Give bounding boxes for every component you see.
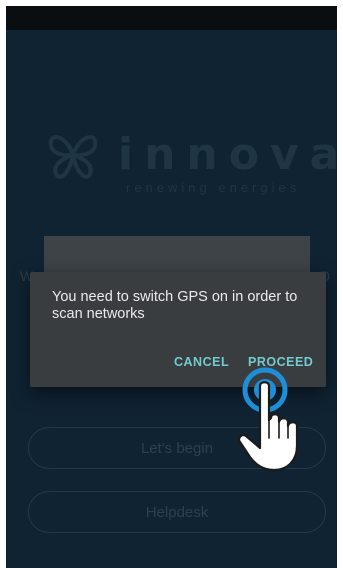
helpdesk-button[interactable]: Helpdesk — [28, 491, 326, 533]
logo: innova renewing energies — [46, 128, 337, 198]
logo-tagline: renewing energies — [126, 180, 301, 195]
cancel-button[interactable]: CANCEL — [174, 355, 229, 369]
butterfly-icon — [48, 135, 98, 179]
status-bar — [6, 6, 337, 30]
device-frame: innova renewing energies W D Let's begin… — [6, 6, 337, 568]
app-screen: innova renewing energies W D Let's begin… — [6, 30, 337, 568]
hand-pointer-icon — [238, 381, 299, 472]
dialog-message: You need to switch GPS on in order to sc… — [52, 289, 298, 322]
logo-wordmark: innova — [118, 129, 337, 180]
